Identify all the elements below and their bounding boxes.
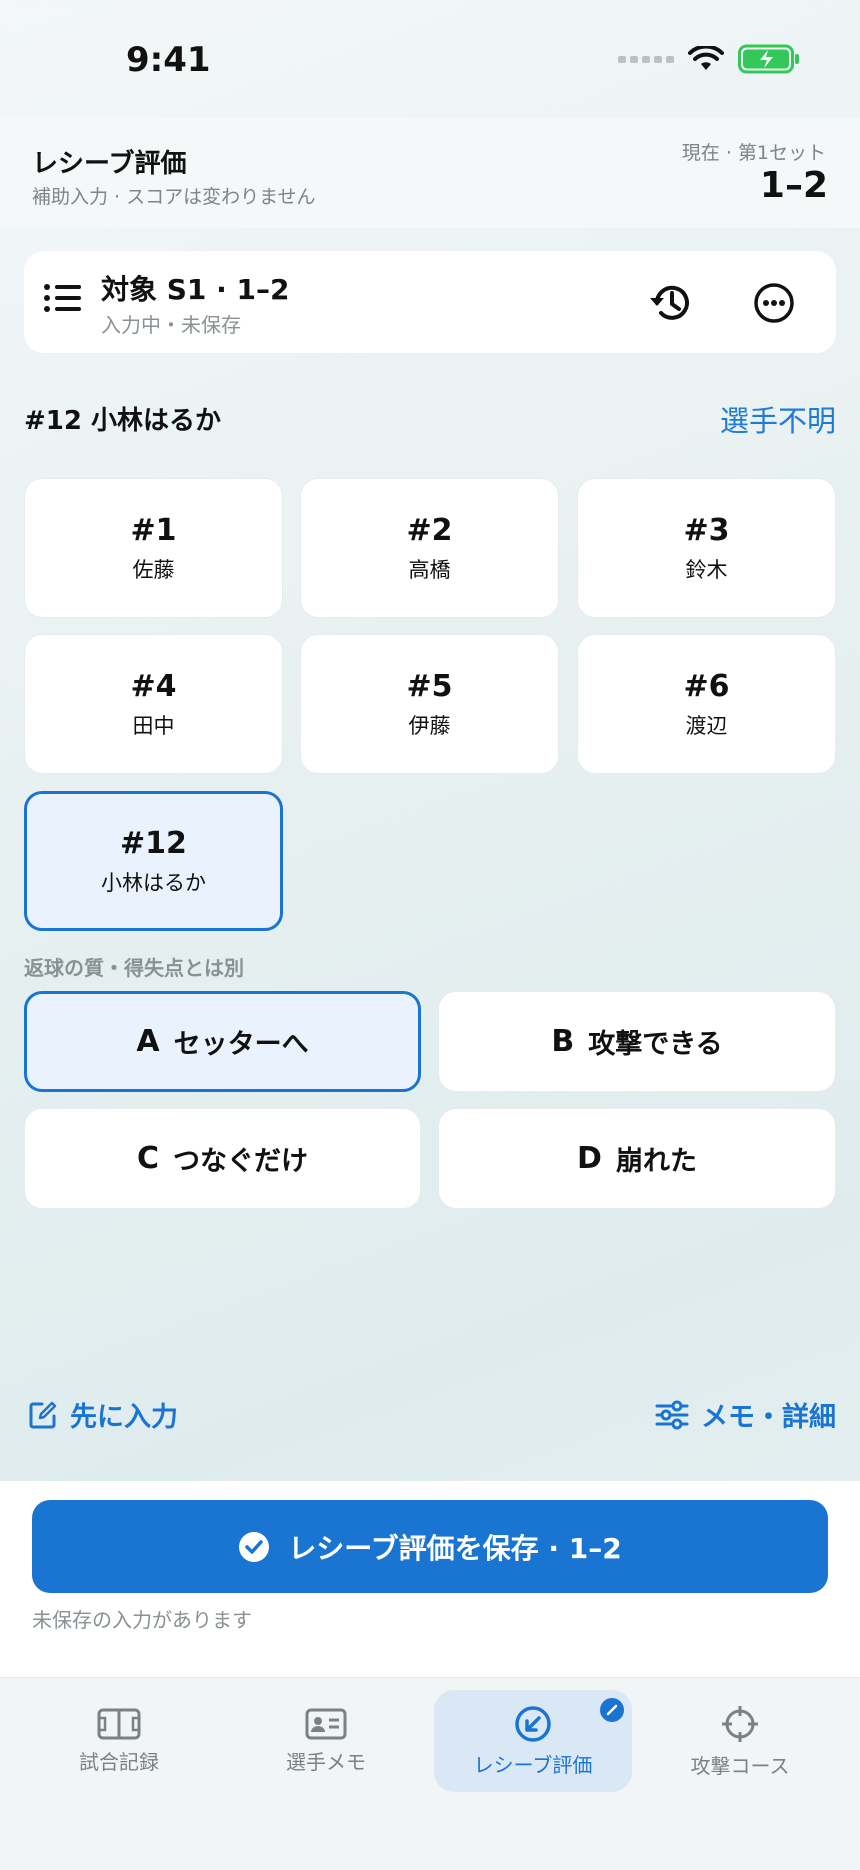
quality-option-d[interactable]: D 崩れた [438,1108,836,1209]
quality-option-b[interactable]: B 攻撃できる [438,991,836,1092]
player-name: 田中 [132,713,175,738]
player-button-6[interactable]: #6 渡辺 [577,634,836,774]
player-button-1[interactable]: #1 佐藤 [24,478,283,618]
tab-label: 試合記録 [79,1749,159,1774]
unsaved-note: 未保存の入力があります [32,1608,252,1632]
player-button-12[interactable]: #12 小林はるか [24,791,283,931]
quality-text: 崩れた [615,1146,697,1177]
player-name: 佐藤 [132,557,175,582]
target-title: 対象 S1 · 1–2 [101,273,290,306]
id-card-icon [305,1708,347,1739]
player-button-4[interactable]: #4 田中 [24,634,283,774]
quality-text: つなぐだけ [173,1146,309,1177]
pre-input-label: 先に入力 [70,1402,178,1433]
tab-label: 選手メモ [286,1749,366,1774]
save-receive-rating-button[interactable]: レシーブ評価を保存 · 1–2 [32,1500,828,1593]
current-score: 1–2 [759,165,828,206]
quality-text: セッターへ [173,1029,309,1060]
player-number: #5 [406,668,453,704]
player-name: 高橋 [408,557,451,582]
player-button-3[interactable]: #3 鈴木 [577,478,836,618]
player-button-2[interactable]: #2 高橋 [300,478,559,618]
save-button-label: レシーブ評価を保存 · 1–2 [288,1531,622,1565]
wifi-icon [688,46,724,70]
more-icon[interactable] [752,281,796,325]
pre-input-link[interactable]: 先に入力 [28,1395,178,1434]
quality-letter: D [577,1141,602,1176]
check-circle-icon [239,1531,270,1562]
quality-text: 攻撃できる [588,1029,723,1060]
player-number: #1 [130,512,177,548]
player-name: 小林はるか [101,870,206,895]
selected-player-label: #12 小林はるか [24,406,222,436]
quality-letter: A [136,1024,160,1059]
tab-label: レシーブ評価 [473,1752,593,1777]
page-subtitle: 補助入力 · スコアは変わりません [32,186,316,208]
tab-match-record[interactable]: 試合記録 [20,1690,218,1792]
status-time: 9:41 [126,40,211,80]
sliders-icon [655,1400,689,1429]
edit-icon [29,1401,57,1428]
unknown-player-link[interactable]: 選手不明 [720,398,836,440]
quality-section-label: 返球の質・得失点とは別 [24,956,244,980]
status-icons [618,44,800,74]
page-title: レシーブ評価 [32,149,187,179]
player-button-5[interactable]: #5 伊藤 [300,634,559,774]
player-number: #3 [683,512,730,548]
tab-player-memo[interactable]: 選手メモ [227,1690,425,1792]
player-number: #6 [683,668,730,704]
memo-detail-label: メモ・詳細 [701,1402,836,1433]
history-icon[interactable] [648,281,694,325]
memo-detail-link[interactable]: メモ・詳細 [655,1395,836,1434]
player-number: #4 [130,668,177,704]
player-name: 渡辺 [685,713,728,738]
player-name: 鈴木 [685,557,728,582]
quality-letter: C [136,1141,160,1176]
quality-letter: B [551,1024,575,1059]
tab-label: 攻撃コース [690,1753,790,1778]
target-status: 入力中・未保存 [101,313,241,337]
receive-icon [515,1705,551,1742]
crosshair-icon [722,1705,758,1742]
tab-attack-course[interactable]: 攻撃コース [641,1690,839,1792]
edit-badge-icon [600,1698,624,1722]
current-set-label: 現在 · 第1セット [681,142,826,164]
signal-dots-icon [618,55,674,63]
battery-charging-icon [738,44,799,74]
quality-option-c[interactable]: C つなぐだけ [24,1108,421,1209]
player-number: #12 [120,825,187,861]
player-name: 伊藤 [408,713,451,738]
quality-option-a[interactable]: A セッターへ [24,991,421,1092]
tab-receive-rating[interactable]: レシーブ評価 [434,1690,632,1792]
player-number: #2 [406,512,453,548]
list-icon[interactable] [44,283,82,313]
court-icon [97,1708,141,1739]
